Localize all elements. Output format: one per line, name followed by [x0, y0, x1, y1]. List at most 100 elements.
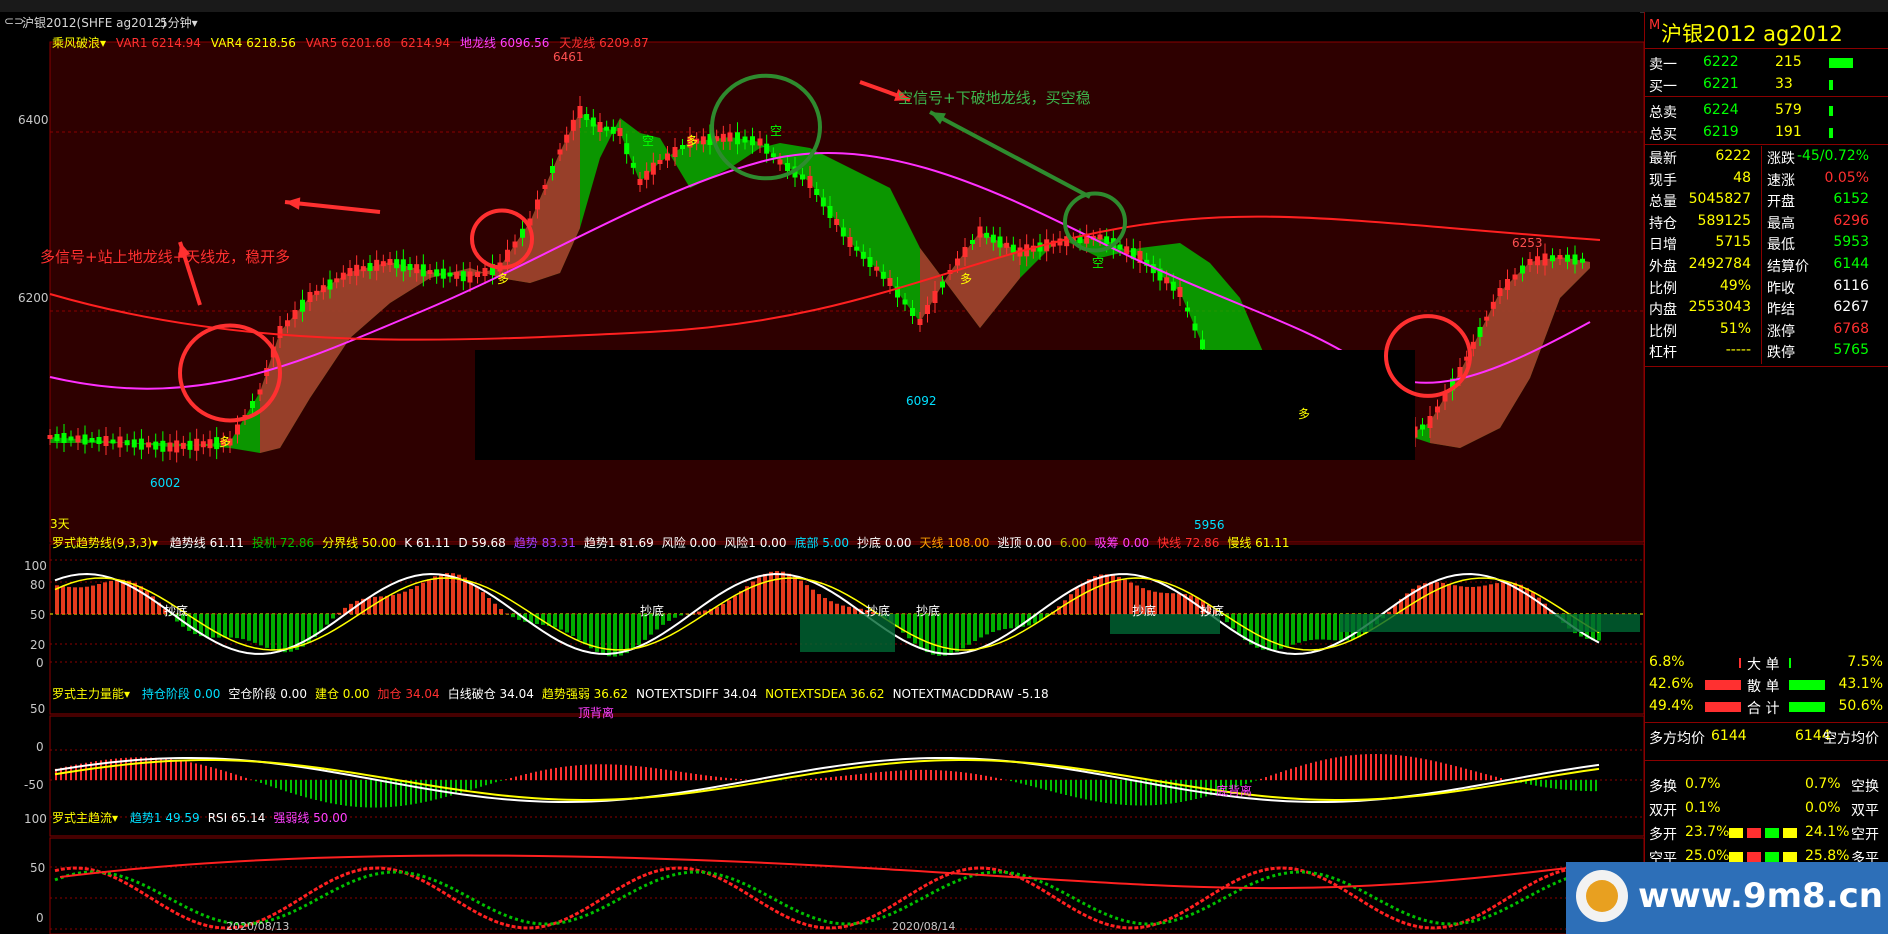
candle-body [512, 241, 518, 248]
divider [1645, 366, 1888, 367]
candle-body [564, 134, 570, 143]
candle-body [103, 436, 109, 446]
macd-bar [1095, 780, 1097, 802]
macd-bar [1370, 754, 1372, 780]
macd-bar [1540, 780, 1542, 787]
position-label: 空换 [1851, 779, 1879, 795]
indicator-value: 强弱线 50.00 [273, 811, 348, 825]
chevron-down-icon[interactable]: ▾ [112, 811, 118, 825]
macd-bar [600, 764, 602, 780]
trend-histogram-bar [91, 585, 95, 614]
chart-area[interactable] [0, 32, 1644, 934]
period-selector[interactable]: 5分钟▾ [160, 14, 198, 31]
trend-histogram-bar [421, 582, 425, 614]
macd-bar [1375, 754, 1377, 780]
stat-value: 51% [1719, 320, 1751, 337]
indicator-value: 风险1 0.00 [724, 536, 787, 550]
candle-body [235, 424, 240, 435]
indicator-value: 趋势线 61.11 [169, 536, 244, 550]
macd-bar [580, 765, 582, 780]
candle-body [360, 266, 366, 272]
trend-histogram-bar [583, 614, 587, 645]
trend-histogram-bar [499, 608, 503, 614]
macd-bar [475, 780, 477, 789]
trend-axis-80: 80 [30, 578, 46, 592]
indicator-value: 快线 72.86 [1157, 536, 1220, 550]
flow-left-value: 6.8% [1649, 654, 1685, 670]
macd-bar [1380, 754, 1382, 780]
volume-panel-name[interactable]: 罗式主力量能 [52, 687, 124, 701]
macd-bar [525, 773, 527, 780]
trend-histogram-bar [1309, 614, 1313, 641]
macd-bar [495, 780, 497, 783]
trend-histogram-bar [829, 601, 833, 614]
main-indicator-name[interactable]: 乘风破浪 [52, 36, 100, 50]
stat-value: 48 [1733, 169, 1751, 186]
position-bar [1783, 852, 1797, 862]
flow-row: 49.4% 合 计 50.6% [1645, 696, 1888, 718]
macd-bar [265, 780, 267, 785]
macd-bar [1480, 772, 1482, 780]
candle-body [1457, 367, 1463, 377]
trend-panel-name[interactable]: 罗式趋势线(9,3,3) [52, 536, 152, 550]
position-value: 0.7% [1685, 776, 1721, 792]
flow-left-bar [1738, 658, 1741, 668]
macd-bar [315, 780, 317, 801]
macd-bar [900, 770, 902, 780]
flow-right-value: 50.6% [1838, 698, 1883, 714]
stat-label: 总量 [1649, 194, 1677, 211]
trend-histogram-bar [1003, 614, 1007, 630]
trend-histogram-bar [493, 603, 497, 614]
macd-bar [270, 780, 272, 787]
macd-bar [185, 761, 187, 780]
macd-bar [965, 772, 967, 780]
trend-histogram-bar [211, 614, 215, 638]
trend-histogram-bar [1321, 614, 1325, 640]
candle-body [617, 128, 623, 136]
macd-bar [1060, 780, 1062, 794]
rsi-panel-name[interactable]: 罗式主趋流 [52, 811, 112, 825]
chevron-down-icon[interactable]: ▾ [152, 536, 158, 550]
watermark-logo: www.9m8.cn [1566, 862, 1888, 934]
stat-label: 最新 [1649, 151, 1677, 167]
stat-value: 5715 [1715, 234, 1751, 251]
candle-body [650, 162, 656, 175]
trend-histogram-bar [811, 589, 815, 614]
candle-body [347, 268, 353, 276]
macd-bar [665, 769, 667, 780]
volume-panel-values: 持仓阶段 0.00 空仓阶段 0.00 建仓 0.00 加仓 34.04 白线破仓 34… [134, 687, 1049, 701]
stat-row: 总量 5045827 开盘 6152 [1645, 189, 1888, 211]
stat-label: 跌停 [1767, 345, 1795, 362]
chevron-down-icon: ▾ [191, 16, 198, 30]
candle-body [970, 240, 975, 244]
candle-body [584, 114, 590, 120]
indicator-value: 抄底 0.00 [857, 536, 912, 550]
candle-body [854, 246, 860, 251]
stat-value: 0.05% [1824, 169, 1869, 186]
trend-histogram-bar [997, 614, 1001, 631]
trend-histogram-bar [259, 614, 263, 646]
candle-body [482, 268, 488, 276]
rsi-panel-values: 趋势1 49.59 RSI 65.14 强弱线 50.00 [122, 811, 348, 825]
trend-histogram-bar [973, 614, 977, 641]
candle-body [160, 440, 166, 452]
chevron-down-icon[interactable]: ▾ [100, 36, 106, 50]
trend-histogram-bar [919, 614, 923, 649]
macd-bar [245, 777, 247, 780]
stat-value: 6267 [1833, 299, 1869, 316]
candle-body [764, 143, 770, 154]
candle-body [505, 249, 510, 262]
macd-bar [555, 767, 557, 780]
avg-price-row: 多方均价 6144 6144 空方均价 [1645, 726, 1888, 748]
macd-bar [1410, 756, 1412, 780]
candle-body [1497, 288, 1503, 296]
trend-histogram-bar [1015, 614, 1019, 628]
macd-bar [230, 772, 232, 780]
trend-histogram-bar [1069, 594, 1073, 614]
macd-bar [865, 773, 867, 780]
chevron-down-icon[interactable]: ▾ [124, 687, 130, 701]
position-bar [1765, 852, 1779, 862]
candle-body [394, 259, 400, 269]
volume-bar [1829, 106, 1834, 116]
macd-bar [675, 771, 677, 780]
